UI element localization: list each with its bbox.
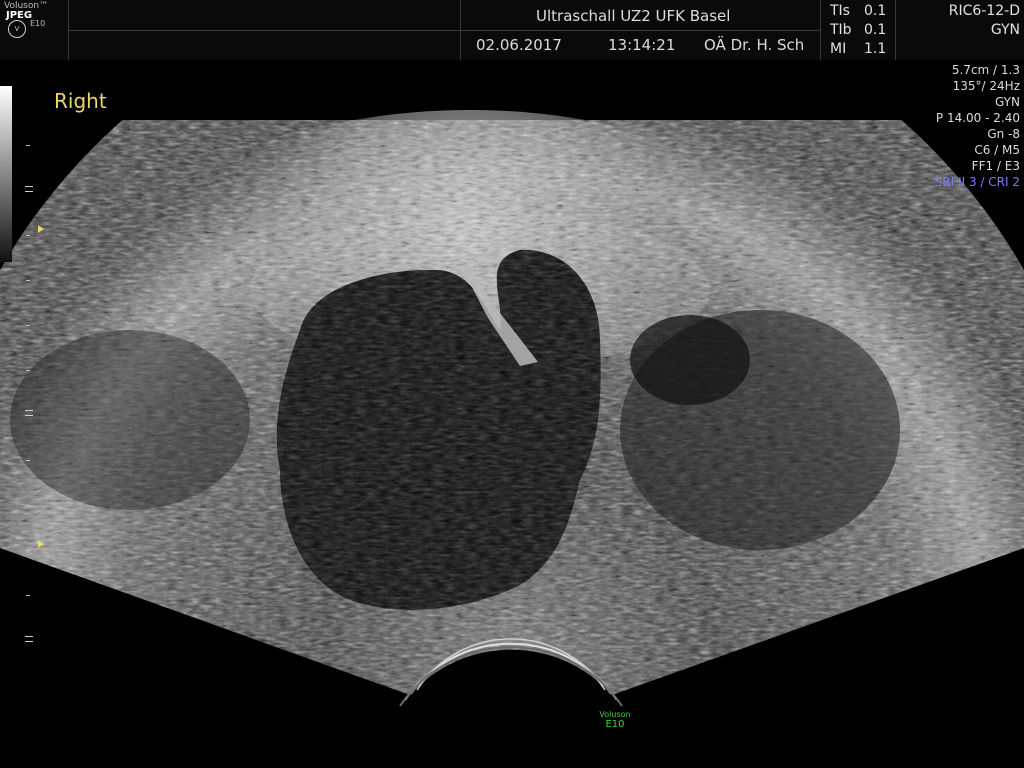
param-depth: 5.7cm / 1.3 — [951, 63, 1020, 77]
depth-tick — [26, 325, 30, 326]
tib-value: 0.1 — [864, 22, 887, 38]
focus-marker-icon[interactable] — [38, 225, 44, 233]
ultrasound-screen: Voluson™ JPEG V E10 Ultraschall UZ2 UFK … — [0, 0, 1024, 768]
imaging-parameters: 5.7cm / 1.3 135°/ 24Hz GYN P 14.00 - 2.4… — [935, 62, 1020, 190]
depth-tick — [26, 595, 30, 596]
focus-marker-icon[interactable] — [38, 540, 44, 548]
divider — [68, 30, 820, 31]
depth-tick — [26, 370, 30, 371]
logo-model: E10 — [30, 19, 46, 28]
grayscale-bar — [0, 86, 12, 262]
image-sector — [0, 110, 1024, 695]
header-bar: Voluson™ JPEG V E10 Ultraschall UZ2 UFK … — [0, 0, 1024, 60]
depth-tick — [26, 505, 30, 506]
mi-label: MI — [830, 41, 847, 57]
ultrasound-image — [0, 110, 1024, 707]
param-gain: Gn -8 — [987, 127, 1020, 141]
divider — [895, 0, 896, 60]
tis-value: 0.1 — [864, 3, 887, 19]
depth-major-tick — [25, 636, 33, 642]
probe-name: RIC6-12-D — [948, 3, 1020, 19]
param-chroma: C6 / M5 — [974, 143, 1020, 157]
probe-logo-model: E10 — [605, 719, 625, 730]
institution-name: Ultraschall UZ2 UFK Basel — [536, 7, 731, 25]
param-power: P 14.00 - 2.40 — [935, 111, 1020, 125]
divider — [820, 0, 821, 60]
param-angle-rate: 135°/ 24Hz — [952, 79, 1020, 93]
mi-value: 1.1 — [864, 41, 887, 57]
preset-name: GYN — [990, 22, 1020, 38]
depth-major-tick — [25, 410, 33, 416]
depth-tick — [26, 280, 30, 281]
tis-label: TIs — [830, 3, 850, 19]
depth-tick — [26, 235, 30, 236]
depth-tick — [26, 460, 30, 461]
voluson-logo-icon: V — [8, 20, 26, 38]
probe-logo: Voluson E10 — [596, 710, 634, 730]
param-filter: FF1 / E3 — [971, 159, 1020, 173]
exam-date: 02.06.2017 — [476, 36, 562, 54]
depth-tick — [26, 550, 30, 551]
operator-name: OÄ Dr. H. Sch — [704, 36, 805, 54]
tib-label: TIb — [830, 22, 852, 38]
depth-tick — [26, 145, 30, 146]
exam-time: 13:14:21 — [608, 36, 676, 54]
orientation-label: Right — [54, 89, 107, 113]
param-application: GYN — [994, 95, 1020, 109]
depth-major-tick — [25, 186, 33, 192]
param-sri: SRI II 3 / CRI 2 — [934, 175, 1020, 189]
